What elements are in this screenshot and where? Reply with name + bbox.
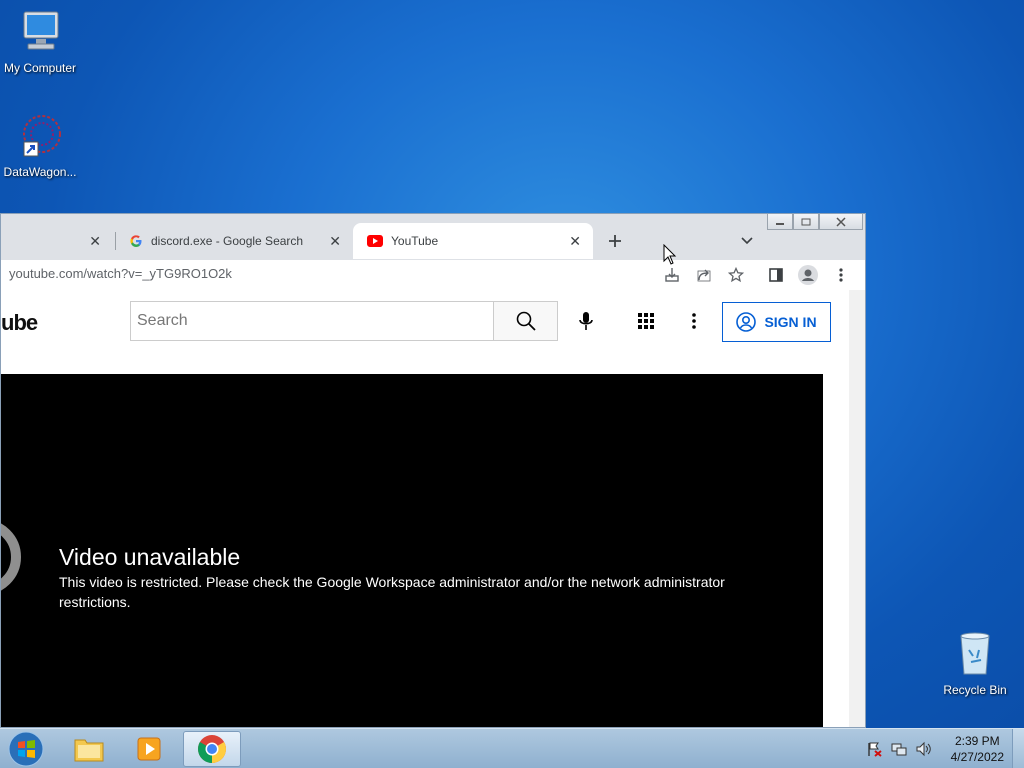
taskbar-chrome-button[interactable] [183, 731, 241, 767]
settings-menu-button[interactable] [676, 303, 712, 339]
close-window-button[interactable] [819, 214, 863, 230]
sign-in-label: SIGN IN [764, 314, 817, 330]
minimize-icon [776, 222, 784, 225]
grid-apps-icon [638, 313, 654, 329]
microphone-icon [579, 312, 593, 330]
restore-icon [801, 218, 811, 225]
sign-in-button[interactable]: SIGN IN [722, 302, 831, 342]
clock-time: 2:39 PM [954, 734, 1000, 748]
search-input[interactable] [131, 302, 493, 340]
desktop-icon-my-computer[interactable]: My Computer [0, 8, 80, 75]
desktop-icon-recycle-bin[interactable]: Recycle Bin [935, 630, 1015, 697]
error-message: This video is restricted. Please check t… [59, 574, 725, 610]
share-icon [697, 269, 711, 282]
star-icon [728, 267, 744, 283]
search-box [130, 301, 558, 341]
show-desktop-button[interactable] [1012, 729, 1024, 768]
tab-youtube[interactable]: YouTube ✕ [353, 223, 593, 259]
new-tab-button[interactable] [604, 230, 626, 252]
action-center-flag-icon[interactable] [866, 741, 882, 757]
tab-title: discord.exe - Google Search [151, 234, 304, 248]
taskbar-media-player-button[interactable] [120, 731, 178, 767]
taskbar: 2:39 PM 4/27/2022 [0, 728, 1024, 768]
address-bar: youtube.com/watch?v=_yTG9RO1O2k [1, 260, 865, 290]
datawagon-logo-icon [23, 115, 61, 157]
clock-date: 4/27/2022 [950, 750, 1004, 764]
profile-button[interactable] [797, 264, 819, 286]
error-icon [1, 519, 21, 595]
tab-close-icon[interactable]: ✕ [89, 233, 101, 250]
tab-title: YouTube [391, 234, 439, 248]
mouse-cursor-icon [663, 244, 677, 265]
start-button[interactable] [6, 730, 46, 768]
google-g-icon [130, 235, 142, 247]
vertical-dots-icon [692, 313, 696, 329]
tab-search-button[interactable] [736, 230, 758, 252]
youtube-apps-button[interactable] [628, 303, 664, 339]
side-panel-button[interactable] [765, 264, 787, 286]
account-circle-icon [736, 312, 757, 332]
youtube-page: ube SIGN IN Video unavailable [1, 290, 849, 727]
voice-search-button[interactable] [568, 303, 604, 339]
install-app-button[interactable] [661, 264, 683, 286]
minimize-button[interactable] [767, 214, 793, 230]
desktop-icon-datawagon[interactable]: DataWagon... [0, 112, 80, 179]
computer-icon [23, 11, 59, 50]
window-controls [767, 214, 863, 232]
network-icon[interactable] [891, 741, 907, 757]
volume-icon[interactable] [915, 741, 931, 757]
maximize-button[interactable] [793, 214, 819, 230]
tab-hidden[interactable]: ✕ [1, 223, 113, 259]
page-scroll-shade [849, 290, 865, 727]
media-player-icon [137, 737, 161, 761]
tab-strip: ✕ discord.exe - Google Search ✕ YouTube … [1, 214, 865, 260]
close-icon [836, 216, 846, 227]
side-panel-icon [769, 268, 783, 282]
youtube-logo[interactable]: ube [1, 310, 38, 336]
desktop-icon-label: Recycle Bin [943, 683, 1007, 697]
desktop-icon-label: DataWagon... [3, 165, 77, 179]
profile-avatar-icon [798, 265, 818, 285]
browser-menu-button[interactable] [830, 264, 852, 286]
share-button[interactable] [693, 264, 715, 286]
taskbar-explorer-button[interactable] [60, 731, 118, 767]
youtube-favicon-icon [367, 235, 383, 247]
tab-close-icon[interactable]: ✕ [329, 233, 341, 250]
vertical-dots-icon [839, 268, 843, 282]
chrome-icon [198, 735, 226, 763]
bookmark-button[interactable] [725, 264, 747, 286]
folder-icon [74, 739, 104, 762]
search-icon [516, 311, 536, 331]
url-text[interactable]: youtube.com/watch?v=_yTG9RO1O2k [9, 266, 232, 281]
search-button[interactable] [493, 302, 557, 340]
error-title: Video unavailable [59, 544, 241, 570]
plus-icon [609, 235, 621, 247]
video-player[interactable]: Video unavailable This video is restrict… [1, 374, 823, 727]
tab-google-search[interactable]: discord.exe - Google Search ✕ [115, 223, 353, 259]
install-icon [665, 268, 679, 282]
desktop-icon-label: My Computer [3, 61, 77, 75]
windows-start-icon [8, 731, 44, 767]
browser-window: ✕ discord.exe - Google Search ✕ YouTube … [0, 213, 866, 728]
tab-close-icon[interactable]: ✕ [569, 233, 581, 250]
recycle-bin-icon [960, 632, 990, 675]
chevron-down-icon [741, 237, 753, 245]
system-clock[interactable]: 2:39 PM 4/27/2022 [951, 733, 1004, 765]
